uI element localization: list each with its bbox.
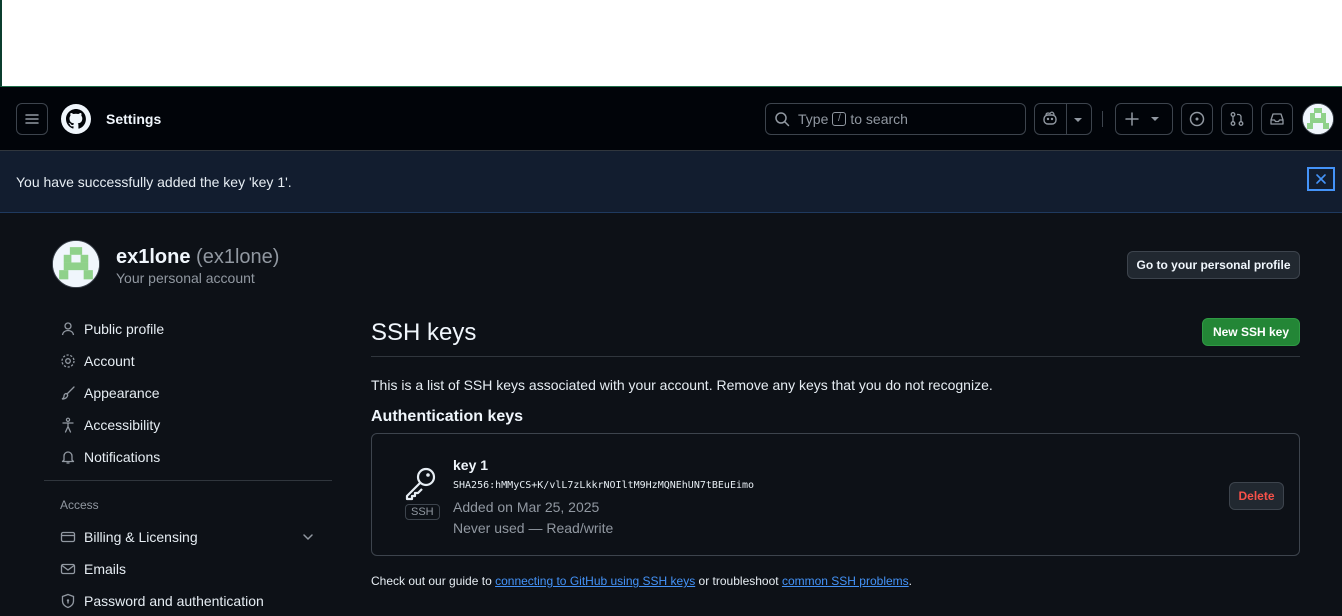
account-login[interactable]: ex1lone [116, 246, 190, 268]
create-new-button[interactable] [1115, 103, 1173, 135]
sidebar-item-emails[interactable]: Emails [44, 553, 332, 585]
sidebar-item-accessibility[interactable]: Accessibility [44, 409, 332, 441]
person-icon [60, 321, 76, 337]
key-usage: Never used — Read/write [453, 520, 614, 536]
guide-middle: or troubleshoot [698, 574, 779, 588]
key-added-date: Added on Mar 25, 2025 [453, 499, 600, 515]
global-header: Settings Type / to search [0, 87, 1342, 151]
inbox-icon [1270, 113, 1284, 125]
sidebar-item-label: Emails [84, 561, 127, 577]
pull-requests-button[interactable] [1221, 103, 1253, 135]
sidebar-item-password-authentication[interactable]: Password and authentication [44, 585, 332, 616]
issue-opened-icon [1189, 111, 1205, 127]
sidebar-item-label: Password and authentication [84, 593, 264, 609]
search-placeholder-prefix: Type [798, 111, 829, 127]
avatar[interactable] [1302, 103, 1334, 135]
key-icon [405, 467, 436, 501]
sidebar-item-account[interactable]: Account [44, 345, 332, 377]
plus-icon [1125, 112, 1139, 126]
search-placeholder-suffix: to search [850, 111, 908, 127]
triangle-down-icon [1151, 117, 1159, 121]
browser-viewport-top [0, 0, 1342, 87]
key-title: key 1 [453, 457, 489, 473]
delete-key-button[interactable]: Delete [1229, 482, 1284, 510]
ssh-keys-description: This is a list of SSH keys associated wi… [371, 377, 993, 393]
chevron-down-icon[interactable] [300, 529, 316, 545]
ssh-guide-text: Check out our guide to connecting to Git… [371, 574, 912, 588]
inbox-button[interactable] [1261, 103, 1293, 135]
paintbrush-icon [60, 385, 76, 401]
accessibility-icon [60, 417, 76, 433]
guide-prefix: Check out our guide to [371, 574, 492, 588]
sidebar-item-label: Notifications [84, 449, 161, 465]
title-divider [371, 356, 1300, 357]
copilot-divider [1066, 104, 1067, 134]
flash-banner: You have successfully added the key 'key… [0, 151, 1342, 213]
new-ssh-key-button[interactable]: New SSH key [1202, 318, 1300, 346]
sidebar-item-billing[interactable]: Billing & Licensing [44, 521, 332, 553]
sidebar-divider [44, 480, 332, 481]
menu-icon [25, 114, 39, 124]
bell-icon [60, 449, 76, 465]
go-to-profile-button[interactable]: Go to your personal profile [1127, 251, 1300, 279]
sidebar-item-label: Public profile [84, 321, 165, 337]
key-fingerprint: SHA256:hMMyCS+K/vlL7zLkkrNOIltM9HzMQNEhU… [453, 480, 755, 491]
identicon-avatar [1303, 104, 1333, 134]
copilot-icon [1043, 111, 1057, 125]
sidebar-item-public-profile[interactable]: Public profile [44, 313, 332, 345]
copilot-button[interactable] [1034, 103, 1092, 135]
account-name-paren: (ex1lone) [196, 246, 280, 268]
x-icon [1316, 174, 1326, 184]
account-subtitle: Your personal account [116, 270, 255, 286]
flash-message: You have successfully added the key 'key… [16, 174, 292, 190]
sidebar-item-notifications[interactable]: Notifications [44, 441, 332, 473]
mail-icon [60, 561, 76, 577]
avatar[interactable] [52, 240, 100, 288]
menu-button[interactable] [16, 103, 48, 135]
sidebar-item-label: Account [84, 353, 135, 369]
ssh-connect-guide-link[interactable]: connecting to GitHub using SSH keys [495, 574, 695, 588]
ssh-badge: SSH [405, 504, 440, 520]
ssh-troubleshoot-link[interactable]: common SSH problems [782, 574, 909, 588]
sidebar-item-label: Appearance [84, 385, 160, 401]
header-separator [1102, 111, 1103, 127]
page-context-title: Settings [106, 111, 162, 127]
shield-lock-icon [60, 593, 76, 609]
identicon-avatar [53, 241, 99, 287]
sidebar-item-label: Accessibility [84, 417, 161, 433]
triangle-down-icon[interactable] [1073, 116, 1083, 124]
search-icon [775, 112, 790, 127]
issues-button[interactable] [1181, 103, 1213, 135]
page-title: SSH keys [371, 319, 477, 346]
guide-suffix: . [908, 574, 913, 588]
sidebar-item-label: Billing & Licensing [84, 529, 198, 545]
github-logo[interactable] [60, 103, 92, 135]
gear-icon [60, 353, 76, 369]
search-shortcut-key: / [832, 112, 847, 126]
section-title: Authentication keys [371, 408, 524, 425]
account-name: ex1lone (ex1lone) [116, 246, 279, 269]
credit-card-icon [60, 529, 76, 545]
flash-close-button[interactable] [1307, 167, 1335, 191]
ssh-key-item: SSH key 1 SHA256:hMMyCS+K/vlL7zLkkrNOIlt… [371, 433, 1300, 556]
search-input[interactable]: Type / to search [765, 103, 1026, 135]
git-pull-request-icon [1230, 112, 1244, 126]
sidebar-group-heading: Access [60, 498, 99, 512]
sidebar-item-appearance[interactable]: Appearance [44, 377, 332, 409]
